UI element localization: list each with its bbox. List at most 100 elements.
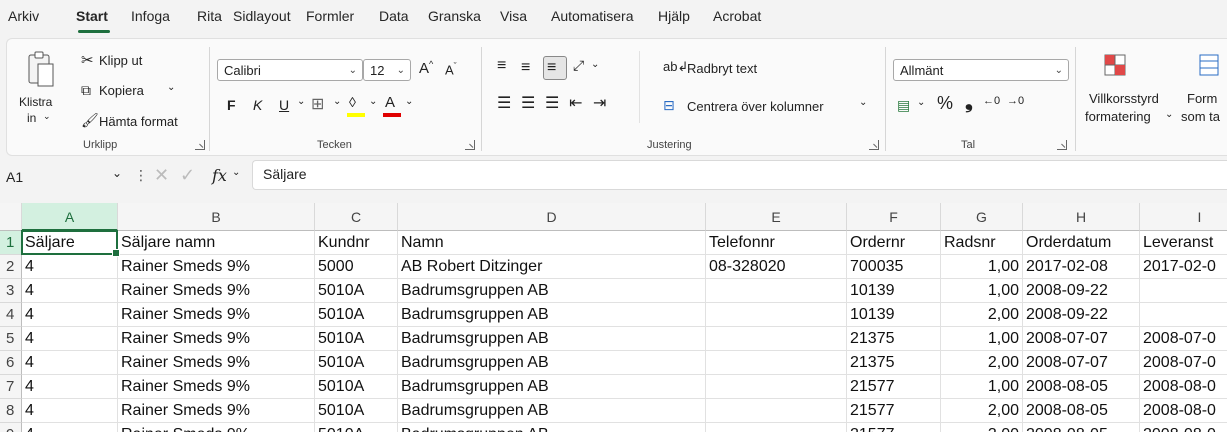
cell-b5[interactable]: Rainer Smeds 9%: [118, 327, 315, 351]
cell-i8[interactable]: 2008-08-0: [1140, 399, 1227, 423]
conditional-formatting-icon[interactable]: [1103, 53, 1127, 77]
cell-e4[interactable]: [706, 303, 847, 327]
cell-c5[interactable]: 5010A: [315, 327, 398, 351]
chevron-down-icon[interactable]: ⌄: [167, 82, 175, 93]
cell-g4[interactable]: 2,00: [941, 303, 1023, 327]
cell-d5[interactable]: Badrumsgruppen AB: [398, 327, 706, 351]
font-size-select[interactable]: 12 ⌄: [363, 59, 411, 81]
cell-d4[interactable]: Badrumsgruppen AB: [398, 303, 706, 327]
copy-button[interactable]: Kopiera: [99, 83, 144, 98]
cell-f1[interactable]: Ordernr: [847, 231, 941, 255]
cell-h2[interactable]: 2017-02-08: [1023, 255, 1140, 279]
currency-icon[interactable]: ▤: [897, 97, 910, 114]
column-header-b[interactable]: B: [118, 203, 315, 231]
increase-indent-icon[interactable]: ⇥: [593, 93, 606, 113]
cell-g2[interactable]: 1,00: [941, 255, 1023, 279]
conditional-formatting-label-1[interactable]: Villkorsstyrd: [1089, 91, 1159, 106]
italic-button[interactable]: K: [253, 97, 262, 113]
cell-f3[interactable]: 10139: [847, 279, 941, 303]
fill-color-icon[interactable]: ◊: [349, 94, 356, 110]
cell-g5[interactable]: 1,00: [941, 327, 1023, 351]
cell-d2[interactable]: AB Robert Ditzinger: [398, 255, 706, 279]
name-box[interactable]: A1: [6, 169, 23, 185]
cell-h5[interactable]: 2008-07-07: [1023, 327, 1140, 351]
cell-i9[interactable]: 2008-08-0: [1140, 423, 1227, 432]
dialog-launcher-icon[interactable]: [869, 140, 879, 150]
cell-a6[interactable]: 4: [22, 351, 118, 375]
number-format-select[interactable]: Allmänt ⌄: [893, 59, 1069, 81]
dialog-launcher-icon[interactable]: [195, 140, 205, 150]
enter-icon[interactable]: ✓: [180, 165, 195, 186]
conditional-formatting-label-2[interactable]: formatering: [1085, 109, 1151, 124]
cell-b9[interactable]: Rainer Smeds 9%: [118, 423, 315, 432]
row-header[interactable]: 3: [0, 279, 22, 303]
tab-automatisera[interactable]: Automatisera: [551, 8, 633, 24]
cell-a9[interactable]: 4: [22, 423, 118, 432]
cell-b3[interactable]: Rainer Smeds 9%: [118, 279, 315, 303]
chevron-down-icon[interactable]: ⌄: [591, 59, 599, 70]
cell-e7[interactable]: [706, 375, 847, 399]
cell-b2[interactable]: Rainer Smeds 9%: [118, 255, 315, 279]
tab-granska[interactable]: Granska: [428, 8, 481, 24]
cell-a8[interactable]: 4: [22, 399, 118, 423]
comma-button[interactable]: ❟: [965, 91, 973, 114]
column-header-f[interactable]: F: [847, 203, 941, 231]
cell-a7[interactable]: 4: [22, 375, 118, 399]
cell-c3[interactable]: 5010A: [315, 279, 398, 303]
cell-e9[interactable]: [706, 423, 847, 432]
cell-h1[interactable]: Orderdatum: [1023, 231, 1140, 255]
row-header[interactable]: 4: [0, 303, 22, 327]
cell-e2[interactable]: 08-328020: [706, 255, 847, 279]
decrease-decimal-icon[interactable]: →0: [1007, 95, 1024, 107]
percent-button[interactable]: %: [937, 93, 953, 114]
format-painter-button[interactable]: Hämta format: [99, 114, 178, 129]
chevron-down-icon[interactable]: ⌄: [333, 96, 341, 107]
borders-icon[interactable]: ⊞: [311, 94, 324, 114]
cell-h8[interactable]: 2008-08-05: [1023, 399, 1140, 423]
wrap-text-button[interactable]: Radbryt text: [687, 61, 757, 76]
cell-c4[interactable]: 5010A: [315, 303, 398, 327]
tab-acrobat[interactable]: Acrobat: [713, 8, 761, 24]
cell-i4[interactable]: [1140, 303, 1227, 327]
cell-h9[interactable]: 2008-08-05: [1023, 423, 1140, 432]
row-header[interactable]: 5: [0, 327, 22, 351]
cell-a1[interactable]: Säljare: [22, 231, 118, 255]
cell-f9[interactable]: 21577: [847, 423, 941, 432]
cell-c9[interactable]: 5010A: [315, 423, 398, 432]
orientation-icon[interactable]: ⤢: [573, 57, 584, 74]
cancel-icon[interactable]: ✕: [154, 165, 169, 186]
chevron-down-icon[interactable]: ⌄: [112, 166, 122, 180]
cell-h3[interactable]: 2008-09-22: [1023, 279, 1140, 303]
cell-i5[interactable]: 2008-07-0: [1140, 327, 1227, 351]
font-grow-icon[interactable]: A^: [419, 59, 433, 77]
column-header-d[interactable]: D: [398, 203, 706, 231]
tab-arkiv[interactable]: Arkiv: [8, 8, 39, 24]
cell-b6[interactable]: Rainer Smeds 9%: [118, 351, 315, 375]
cell-b1[interactable]: Säljare namn: [118, 231, 315, 255]
tab-formler[interactable]: Formler: [306, 8, 354, 24]
column-header-g[interactable]: G: [941, 203, 1023, 231]
row-header[interactable]: 9: [0, 423, 22, 432]
cell-b4[interactable]: Rainer Smeds 9%: [118, 303, 315, 327]
cell-f6[interactable]: 21375: [847, 351, 941, 375]
font-color-icon[interactable]: A: [385, 94, 395, 111]
cell-g9[interactable]: 3,00: [941, 423, 1023, 432]
merge-center-button[interactable]: Centrera över kolumner: [687, 99, 824, 114]
paste-in-label[interactable]: in: [27, 111, 36, 125]
cut-button[interactable]: Klipp ut: [99, 53, 142, 68]
select-all-corner[interactable]: [0, 203, 22, 231]
cell-c2[interactable]: 5000: [315, 255, 398, 279]
cell-c7[interactable]: 5010A: [315, 375, 398, 399]
cell-f4[interactable]: 10139: [847, 303, 941, 327]
chevron-down-icon[interactable]: ⌄: [43, 111, 51, 122]
tab-infoga[interactable]: Infoga: [131, 8, 170, 24]
format-as-table-label-1[interactable]: Form: [1187, 91, 1217, 106]
tab-start[interactable]: Start: [76, 8, 108, 24]
cell-b7[interactable]: Rainer Smeds 9%: [118, 375, 315, 399]
row-header[interactable]: 8: [0, 399, 22, 423]
row-header[interactable]: 2: [0, 255, 22, 279]
cell-i1[interactable]: Leveranst: [1140, 231, 1227, 255]
dialog-launcher-icon[interactable]: [1057, 140, 1067, 150]
cell-h4[interactable]: 2008-09-22: [1023, 303, 1140, 327]
format-as-table-icon[interactable]: [1197, 53, 1221, 77]
